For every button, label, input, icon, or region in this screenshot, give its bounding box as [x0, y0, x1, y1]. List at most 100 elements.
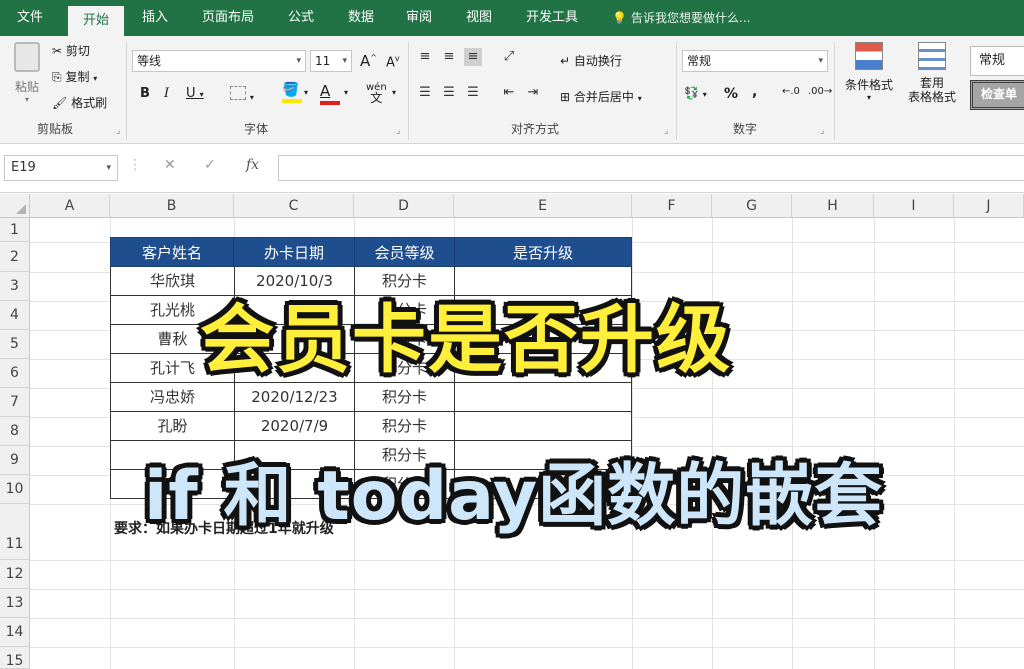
row-header-2[interactable]: 2: [0, 242, 30, 272]
row-header-12[interactable]: 12: [0, 560, 30, 589]
tab-view[interactable]: 视图: [456, 0, 502, 36]
tab-review[interactable]: 审阅: [396, 0, 442, 36]
row-header-13[interactable]: 13: [0, 589, 30, 618]
drag-handle-icon[interactable]: ⋮: [128, 157, 142, 173]
align-left-icon[interactable]: ☰: [416, 84, 434, 102]
table-header-name[interactable]: 客户姓名: [110, 237, 234, 267]
tell-me-search[interactable]: 💡 告诉我您想要做什么...: [612, 0, 750, 36]
column-header-a[interactable]: A: [30, 194, 110, 218]
row-header-6[interactable]: 6: [0, 359, 30, 388]
column-header-h[interactable]: H: [792, 194, 874, 218]
align-bottom-icon[interactable]: ≡: [464, 48, 482, 66]
column-header-d[interactable]: D: [354, 194, 454, 218]
tab-file[interactable]: 文件: [6, 0, 54, 36]
copy-button[interactable]: ⎘ 复制 ▾: [52, 68, 97, 85]
formula-input[interactable]: [278, 155, 1024, 181]
table-cell[interactable]: [454, 412, 632, 441]
table-header-date[interactable]: 办卡日期: [233, 237, 355, 267]
merge-center-button[interactable]: ⊞ 合并后居中 ▾: [560, 88, 642, 105]
cancel-icon[interactable]: ✕: [164, 157, 176, 173]
chevron-down-icon[interactable]: ▾: [392, 88, 396, 97]
row-header-15[interactable]: 15: [0, 647, 30, 669]
name-box[interactable]: E19 ▾: [4, 155, 118, 181]
column-header-f[interactable]: F: [632, 194, 712, 218]
number-format-select[interactable]: 常规 ▾: [682, 50, 828, 72]
fill-color-button[interactable]: 🪣: [282, 82, 302, 103]
italic-button[interactable]: I: [164, 86, 169, 101]
column-header-b[interactable]: B: [110, 194, 234, 218]
column-header-j[interactable]: J: [954, 194, 1024, 218]
grow-font-button[interactable]: A^: [360, 52, 377, 70]
row-header-8[interactable]: 8: [0, 417, 30, 446]
dialog-launcher-icon[interactable]: ⌟: [396, 126, 400, 136]
table-cell[interactable]: 积分卡: [354, 383, 454, 412]
table-cell[interactable]: [454, 383, 632, 412]
dialog-launcher-icon[interactable]: ⌟: [116, 126, 120, 136]
align-right-icon[interactable]: ☰: [464, 84, 482, 102]
font-name-select[interactable]: 等线 ▾: [132, 50, 306, 72]
underline-button[interactable]: U ▾: [186, 86, 204, 101]
cell-style-normal[interactable]: 常规: [970, 46, 1024, 76]
dialog-launcher-icon[interactable]: ⌟: [664, 126, 668, 136]
column-header-c[interactable]: C: [234, 194, 354, 218]
table-cell[interactable]: 2020/12/23: [234, 383, 354, 412]
font-color-button[interactable]: A: [320, 82, 340, 105]
row-header-9[interactable]: 9: [0, 446, 30, 475]
font-size-select[interactable]: 11 ▾: [310, 50, 352, 72]
conditional-format-button[interactable]: 条件格式 ▾: [840, 42, 898, 102]
column-header-e[interactable]: E: [454, 194, 632, 218]
cell-style-check[interactable]: 检查单: [970, 80, 1024, 110]
currency-button[interactable]: 💱 ▾: [684, 86, 707, 100]
row-header-4[interactable]: 4: [0, 301, 30, 330]
enter-icon[interactable]: ✓: [204, 157, 216, 173]
worksheet-grid[interactable]: A B C D E F G H I J 1 2 3 4 5 6 7 8 9 10…: [0, 194, 1024, 669]
wrap-text-button[interactable]: ↵ 自动换行: [560, 52, 622, 69]
row-header-14[interactable]: 14: [0, 618, 30, 647]
format-painter-button[interactable]: 🖌 格式刷: [52, 94, 107, 111]
column-header-i[interactable]: I: [874, 194, 954, 218]
align-center-icon[interactable]: ☰: [440, 84, 458, 102]
bold-button[interactable]: B: [140, 86, 150, 101]
tab-insert[interactable]: 插入: [132, 0, 178, 36]
align-top-icon[interactable]: ≡: [416, 48, 434, 66]
decrease-decimal-icon[interactable]: .00→: [808, 86, 832, 97]
shrink-font-button[interactable]: Av: [386, 54, 400, 70]
conditional-format-icon: [855, 42, 883, 70]
table-cell[interactable]: 2020/7/9: [234, 412, 354, 441]
chevron-down-icon[interactable]: ▾: [304, 88, 308, 97]
format-as-table-button[interactable]: 套用 表格格式: [900, 42, 964, 104]
insert-function-icon[interactable]: fx: [246, 157, 259, 173]
tab-page-layout[interactable]: 页面布局: [192, 0, 264, 36]
select-all-button[interactable]: [0, 194, 30, 218]
align-middle-icon[interactable]: ≡: [440, 48, 458, 66]
percent-button[interactable]: %: [724, 86, 738, 102]
dialog-launcher-icon[interactable]: ⌟: [820, 126, 824, 136]
paste-button[interactable]: 粘贴 ▾: [10, 42, 44, 104]
tab-data[interactable]: 数据: [338, 0, 384, 36]
chevron-down-icon[interactable]: ▾: [344, 88, 348, 97]
increase-decimal-icon[interactable]: ←.0: [782, 86, 800, 97]
tab-developer[interactable]: 开发工具: [516, 0, 588, 36]
row-header-5[interactable]: 5: [0, 330, 30, 359]
tab-formulas[interactable]: 公式: [278, 0, 324, 36]
comma-button[interactable]: ,: [752, 84, 757, 100]
row-header-3[interactable]: 3: [0, 272, 30, 301]
tab-home[interactable]: 开始: [68, 6, 124, 36]
table-cell[interactable]: 孔盼: [110, 412, 234, 441]
column-header-g[interactable]: G: [712, 194, 792, 218]
row-header-1[interactable]: 1: [0, 218, 30, 242]
chevron-down-icon: ▾: [93, 74, 98, 83]
decrease-indent-icon[interactable]: ⇤: [500, 84, 518, 102]
orientation-icon[interactable]: ⤢: [500, 48, 518, 66]
table-cell[interactable]: 积分卡: [354, 412, 454, 441]
table-header-level[interactable]: 会员等级: [354, 237, 455, 267]
row-header-7[interactable]: 7: [0, 388, 30, 417]
row-header-11[interactable]: 11: [0, 504, 30, 560]
increase-indent-icon[interactable]: ⇥: [524, 84, 542, 102]
table-cell[interactable]: 冯忠娇: [110, 383, 234, 412]
cut-button[interactable]: ✂ 剪切: [52, 42, 90, 59]
phonetic-button[interactable]: wén 文: [366, 82, 387, 105]
row-header-10[interactable]: 10: [0, 475, 30, 504]
table-header-upgrade[interactable]: 是否升级: [454, 237, 632, 267]
borders-button[interactable]: ▾: [230, 86, 254, 103]
